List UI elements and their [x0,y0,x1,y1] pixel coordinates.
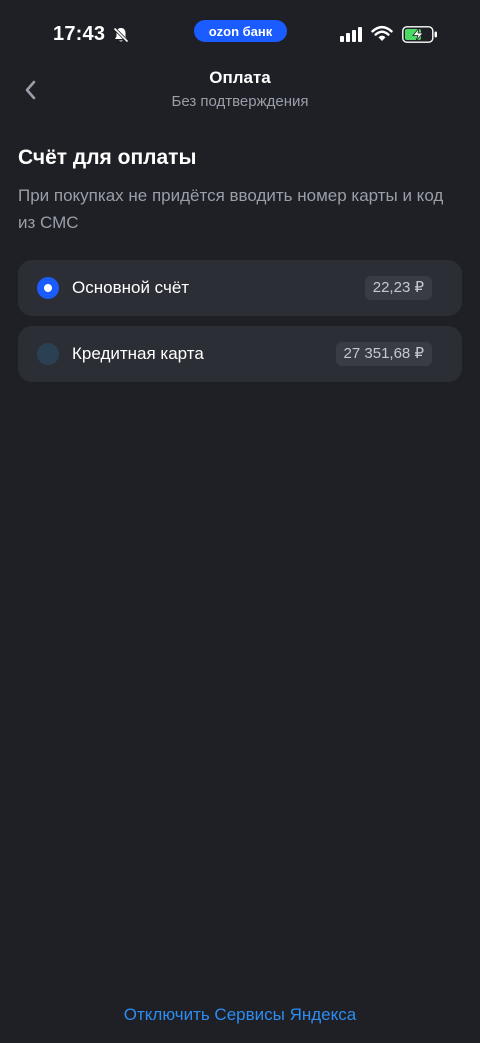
wifi-icon [371,25,393,41]
status-bar: 17:43 ozon банк [0,0,480,70]
status-time: 17:43 [53,23,106,45]
radio-unselected[interactable] [37,343,59,365]
section-title: Счёт для оплаты [18,146,197,169]
balance-badge: 27 351,68 ₽ [335,342,432,366]
page-title: Оплата [209,68,271,87]
page-subtitle: Без подтверждения [171,93,309,110]
account-option-credit-card[interactable]: Кредитная карта 27 351,68 ₽ [18,326,462,382]
section-description: При покупках не придётся вводить номер к… [18,186,444,232]
account-option-main[interactable]: Основной счёт 22,23 ₽ [18,260,462,316]
radio-selected[interactable] [37,277,59,299]
bell-off-icon [113,27,129,43]
balance-badge: 22,23 ₽ [364,276,432,300]
account-label: Кредитная карта [72,344,204,363]
account-label: Основной счёт [72,278,190,297]
ozon-bank-pill[interactable]: ozon банк [194,20,287,42]
disable-yandex-services-link[interactable]: Отключить Сервисы Яндекса [0,1005,480,1025]
battery-charging-icon [402,26,437,43]
cellular-signal-icon [340,27,362,42]
